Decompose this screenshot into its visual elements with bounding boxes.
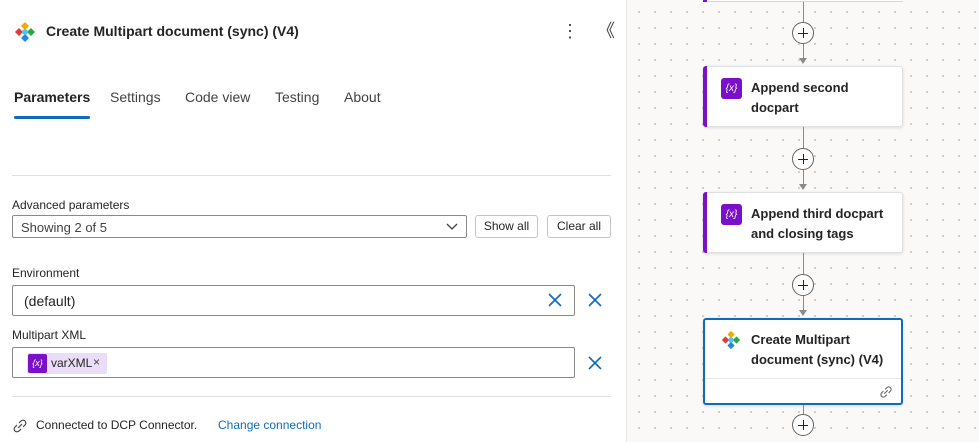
add-step-button[interactable] [792, 414, 814, 436]
remove-parameter-icon[interactable] [587, 292, 603, 311]
flow-connector [803, 44, 804, 58]
multipart-xml-field[interactable]: {x} varXML × [12, 347, 575, 378]
flow-connector [803, 296, 804, 310]
advanced-parameters-dropdown[interactable]: Showing 2 of 5 [12, 215, 467, 238]
environment-value: (default) [24, 293, 76, 309]
environment-field[interactable]: (default) [12, 285, 575, 316]
variable-token[interactable]: {x} varXML × [27, 353, 107, 374]
advanced-parameters-value: Showing 2 of 5 [21, 220, 108, 235]
remove-parameter-icon[interactable] [587, 355, 603, 374]
show-all-button[interactable]: Show all [475, 215, 538, 238]
card-title: Create Multipart document (sync) (V4) [751, 332, 884, 367]
variable-token-label: varXML [51, 356, 93, 370]
action-details-panel: Create Multipart document (sync) (V4) ⋮ … [0, 0, 626, 442]
clear-all-button[interactable]: Clear all [547, 215, 611, 238]
add-step-button[interactable] [792, 22, 814, 44]
change-connection-link[interactable]: Change connection [218, 418, 321, 432]
flow-connector [803, 2, 804, 22]
card-footer-divider [705, 378, 901, 379]
multipart-xml-label: Multipart XML [12, 328, 87, 342]
connector-app-icon [14, 21, 36, 43]
card-accent [703, 192, 707, 253]
card-title: Append third docpart and closing tags [751, 206, 884, 241]
remove-token-icon[interactable]: × [93, 355, 100, 369]
variable-icon: {x} [721, 78, 742, 99]
connection-icon [880, 386, 892, 398]
tab-testing[interactable]: Testing [275, 89, 319, 121]
clear-value-icon[interactable] [547, 292, 563, 311]
tab-settings[interactable]: Settings [110, 89, 161, 121]
section-divider [12, 396, 611, 397]
card-title: Append second docpart [751, 80, 849, 115]
add-step-button[interactable] [792, 148, 814, 170]
connection-icon [13, 419, 27, 433]
connection-status-text: Connected to DCP Connector. [36, 418, 198, 432]
advanced-parameters-label: Advanced parameters [12, 198, 130, 212]
connector-app-icon [721, 330, 741, 350]
tab-code-view[interactable]: Code view [185, 89, 250, 121]
action-card-append-third-docpart[interactable]: {x} Append third docpart and closing tag… [703, 192, 903, 253]
section-divider [12, 175, 611, 176]
collapse-panel-icon[interactable]: 《 [596, 20, 616, 44]
panel-header: Create Multipart document (sync) (V4) ⋮ … [0, 0, 626, 62]
flow-connector [803, 170, 804, 184]
connector-arrow [799, 310, 807, 316]
add-step-button[interactable] [792, 274, 814, 296]
variable-icon: {x} [28, 354, 47, 373]
card-accent [703, 66, 707, 127]
tab-parameters[interactable]: Parameters [14, 89, 91, 121]
connector-arrow [799, 184, 807, 190]
environment-label: Environment [12, 266, 80, 280]
action-card-create-multipart-document[interactable]: Create Multipart document (sync) (V4) [703, 318, 903, 405]
variable-icon: {x} [721, 204, 742, 225]
panel-title: Create Multipart document (sync) (V4) [46, 23, 299, 39]
flow-connector [803, 405, 804, 414]
flow-connector [803, 127, 804, 148]
more-options-icon[interactable]: ⋮ [560, 20, 580, 44]
tab-about[interactable]: About [344, 89, 381, 121]
chevron-down-icon [446, 219, 458, 236]
action-card-append-second-docpart[interactable]: {x} Append second docpart [703, 66, 903, 127]
flow-connector [803, 253, 804, 274]
connector-arrow [799, 58, 807, 64]
